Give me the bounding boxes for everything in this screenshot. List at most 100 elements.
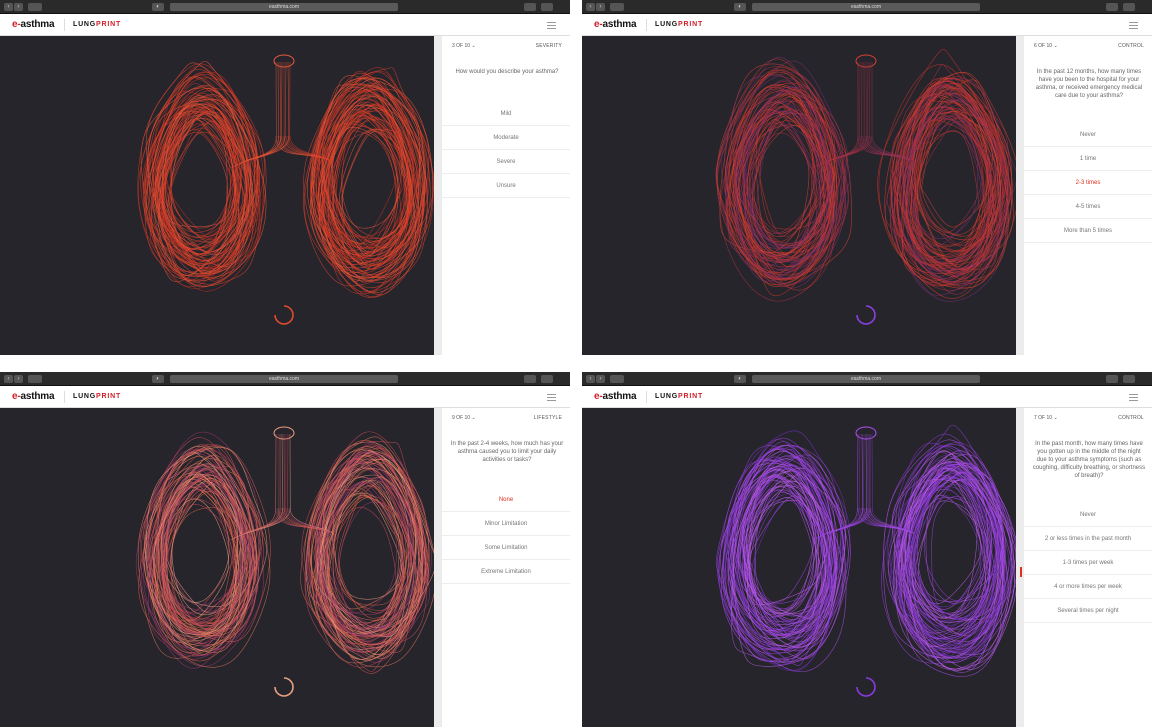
answer-option[interactable]: Several times per night [1024,599,1152,623]
answer-option[interactable]: 1-3 times per week [1024,551,1152,575]
category-label: LIFESTYLE [533,415,562,421]
step-selector[interactable]: 6 OF 10 ⌄ [1034,43,1058,49]
step-selector[interactable]: 9 OF 10 ⌄ [452,415,476,421]
step-selector[interactable]: 3 OF 10 ⌄ [452,43,476,49]
question-panel: 3 OF 10 ⌄ SEVERITY How would you describ… [442,36,570,355]
answer-option[interactable]: 4 or more times per week [1024,575,1152,599]
forward-button[interactable]: › [596,3,605,11]
selection-marker [1020,567,1022,577]
answer-option[interactable]: Severe [442,150,570,174]
tabs-icon[interactable] [1123,3,1135,11]
hamburger-menu-icon[interactable] [547,394,556,401]
browser-toolbar: ‹ › ◐ easthma.com [0,0,570,14]
back-button[interactable]: ‹ [4,375,13,383]
browser-toolbar: ‹ › ◐ easthma.com [582,372,1152,386]
lungprint-logo[interactable]: LUNGPRINT [73,393,121,400]
answer-option[interactable]: More than 5 times [1024,219,1152,243]
sidebar-icon[interactable] [28,3,42,11]
forward-button[interactable]: › [14,3,23,11]
question-text: In the past 2-4 weeks, how much has your… [450,441,564,463]
answer-option[interactable]: Unsure [442,174,570,198]
address-bar[interactable]: easthma.com [752,3,980,11]
lungprint-browser-window: ‹ › ◐ easthma.com e-asthma LUNGPRINT 3 O… [0,0,570,355]
question-panel: 9 OF 10 ⌄ LIFESTYLE In the past 2-4 week… [442,408,570,727]
answer-option[interactable]: Some Limitation [442,536,570,560]
share-icon[interactable] [524,375,536,383]
lung-drawing [715,424,1016,697]
e-asthma-logo[interactable]: e-asthma [12,19,55,30]
category-label: CONTROL [1118,415,1144,421]
category-label: CONTROL [1118,43,1144,49]
lung-visualization [582,36,1016,355]
answer-option[interactable]: 2-3 times [1024,171,1152,195]
tabs-icon[interactable] [541,375,553,383]
back-button[interactable]: ‹ [586,3,595,11]
logo-divider [646,391,647,403]
question-panel: 7 OF 10 ⌄ CONTROL In the past month, how… [1020,408,1152,727]
lung-visualization [0,408,434,727]
address-bar[interactable]: easthma.com [170,3,398,11]
step-selector[interactable]: 7 OF 10 ⌄ [1034,415,1058,421]
lungprint-logo[interactable]: LUNGPRINT [73,21,121,28]
url-text: easthma.com [850,376,881,382]
forward-button[interactable]: › [14,375,23,383]
lungprint-logo[interactable]: LUNGPRINT [655,393,703,400]
hamburger-menu-icon[interactable] [1129,394,1138,401]
question-text: In the past month, how many times have y… [1032,441,1146,479]
reader-icon[interactable]: ◐ [734,3,746,11]
lung-strand [914,118,992,260]
back-button[interactable]: ‹ [586,375,595,383]
answer-option[interactable]: Never [1024,123,1152,147]
loading-spinner [274,305,294,325]
site-header: e-asthma LUNGPRINT [0,14,570,36]
answer-option[interactable]: Minor Limitation [442,512,570,536]
divider [1016,36,1024,355]
reader-icon[interactable]: ◐ [152,3,164,11]
reader-icon[interactable]: ◐ [734,375,746,383]
question-text: In the past 12 months, how many times ha… [1035,69,1143,99]
hamburger-menu-icon[interactable] [1129,22,1138,29]
e-asthma-logo[interactable]: e-asthma [12,391,55,402]
lungprint-browser-window: ‹ › ◐ easthma.com e-asthma LUNGPRINT 6 O… [582,0,1152,355]
lung-drawing [715,49,1016,325]
answer-option[interactable]: Moderate [442,126,570,150]
back-button[interactable]: ‹ [4,3,13,11]
lungprint-browser-window: ‹ › ◐ easthma.com e-asthma LUNGPRINT 9 O… [0,372,570,727]
share-icon[interactable] [524,3,536,11]
sidebar-icon[interactable] [28,375,42,383]
loading-spinner [856,677,876,697]
answer-option[interactable]: 2 or less times in the past month [1024,527,1152,551]
browser-toolbar: ‹ › ◐ easthma.com [582,0,1152,14]
lungprint-logo[interactable]: LUNGPRINT [655,21,703,28]
share-icon[interactable] [1106,3,1118,11]
site-header: e-asthma LUNGPRINT [0,386,570,408]
answer-option[interactable]: Mild [442,102,570,126]
answer-option[interactable]: 4-5 times [1024,195,1152,219]
lung-drawing [137,54,434,325]
e-asthma-logo[interactable]: e-asthma [594,391,637,402]
answer-option[interactable]: None [442,488,570,512]
tabs-icon[interactable] [541,3,553,11]
answer-options: Mild Moderate Severe Unsure [442,102,570,198]
address-bar[interactable]: easthma.com [752,375,980,383]
sidebar-icon[interactable] [610,3,624,11]
answer-option[interactable]: Extreme Limitation [442,560,570,584]
divider [434,408,442,727]
answer-option[interactable]: 1 time [1024,147,1152,171]
lung-visualization [582,408,1016,727]
address-bar[interactable]: easthma.com [170,375,398,383]
question-text: How would you describe your asthma? [455,69,559,75]
reader-icon[interactable]: ◐ [152,375,164,383]
e-asthma-logo[interactable]: e-asthma [594,19,637,30]
forward-button[interactable]: › [596,375,605,383]
logo-divider [64,19,65,31]
tabs-icon[interactable] [1123,375,1135,383]
browser-toolbar: ‹ › ◐ easthma.com [0,372,570,386]
lung-visualization [0,36,434,355]
hamburger-menu-icon[interactable] [547,22,556,29]
bronchus-strand [238,61,283,165]
answer-options: Never 2 or less times in the past month 1-… [1024,503,1152,623]
sidebar-icon[interactable] [610,375,624,383]
answer-option[interactable]: Never [1024,503,1152,527]
share-icon[interactable] [1106,375,1118,383]
